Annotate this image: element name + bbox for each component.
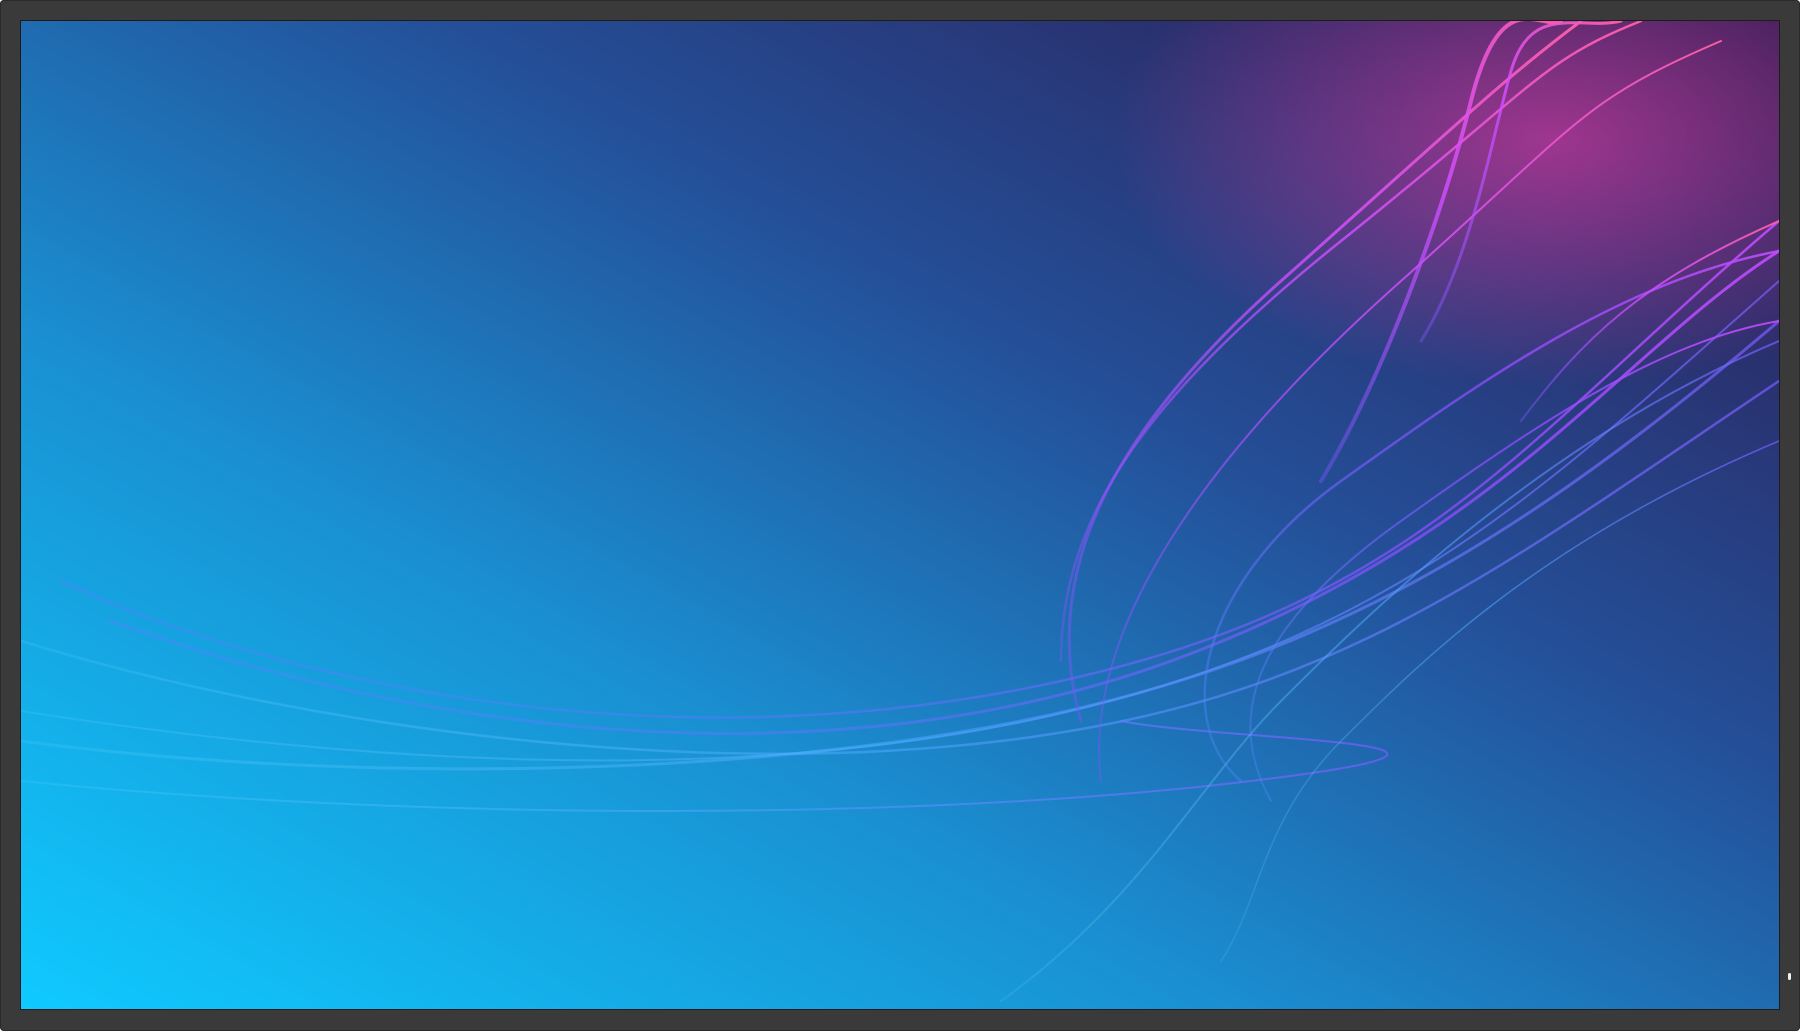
screen-area — [21, 21, 1779, 1009]
wallpaper-glow — [21, 21, 1779, 1009]
power-indicator-light — [1788, 973, 1791, 980]
monitor-bezel — [0, 0, 1800, 1031]
wallpaper — [21, 21, 1779, 1009]
